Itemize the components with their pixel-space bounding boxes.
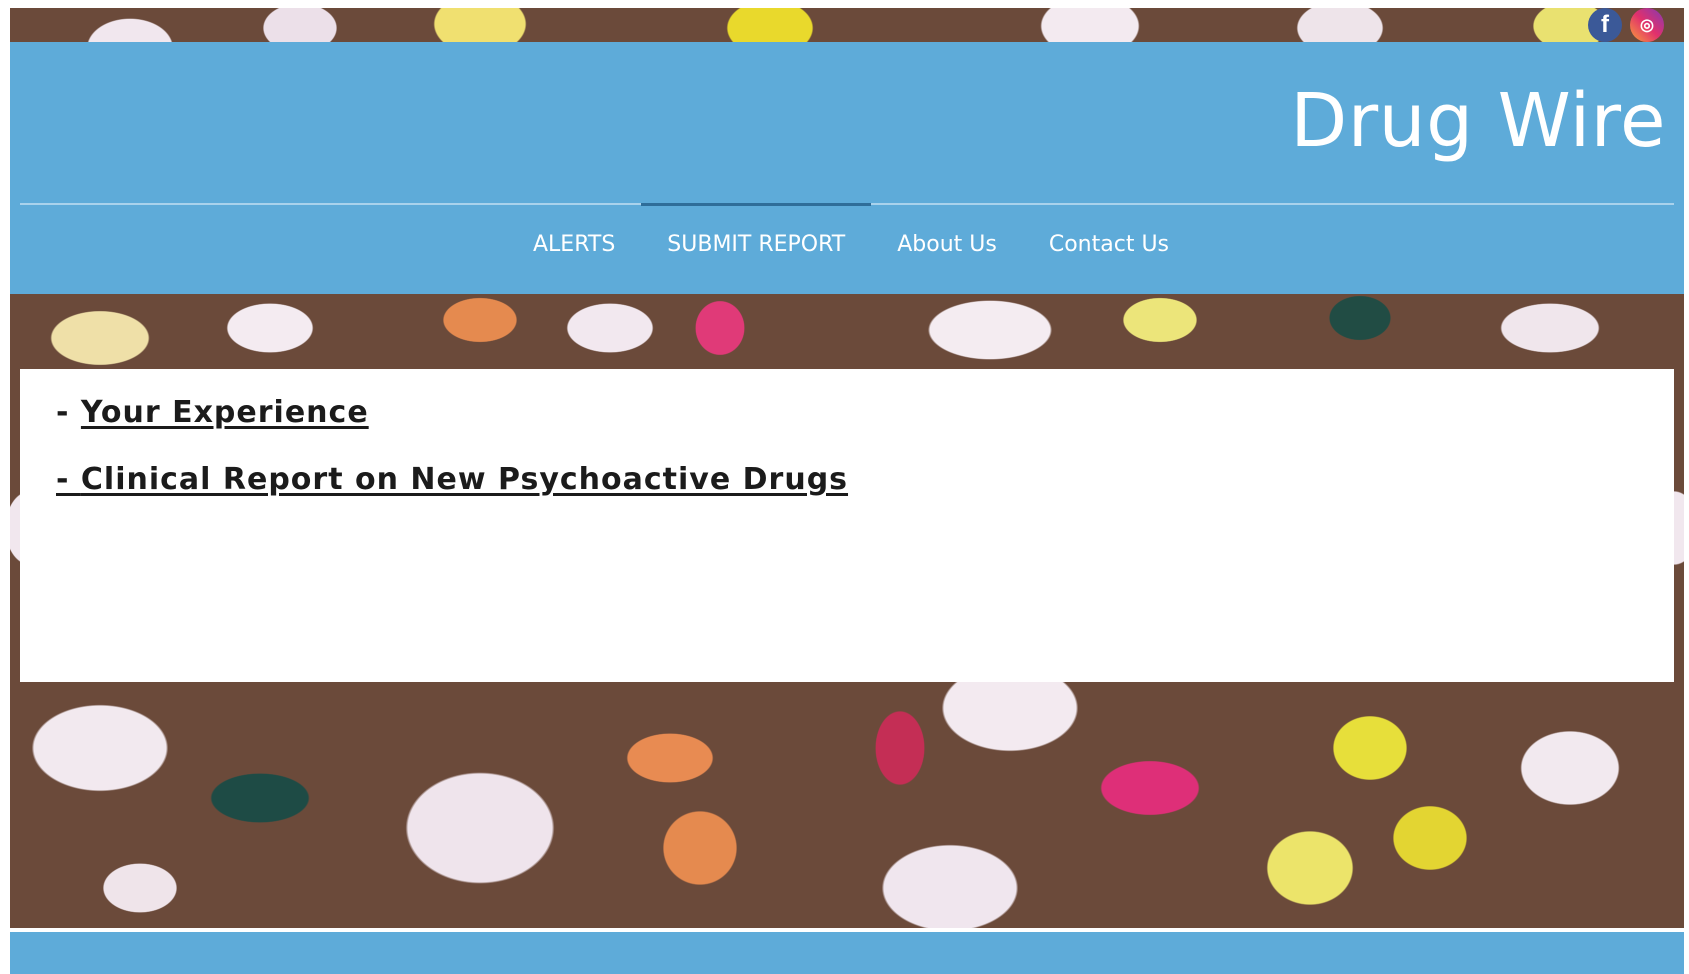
site-footer bbox=[10, 932, 1684, 974]
site-title[interactable]: Drug Wire bbox=[1290, 84, 1666, 158]
nav-item-contact-us[interactable]: Contact Us bbox=[1023, 205, 1195, 283]
nav-item-about-us[interactable]: About Us bbox=[871, 205, 1023, 283]
facebook-icon[interactable]: f bbox=[1588, 8, 1622, 42]
site-header: Drug Wire ALERTS SUBMIT REPORT About Us … bbox=[10, 42, 1684, 294]
link-dash: - bbox=[56, 462, 81, 497]
social-links: f ◎ bbox=[1588, 8, 1664, 42]
link-clinical-report[interactable]: - Clinical Report on New Psychoactive Dr… bbox=[56, 462, 1638, 497]
link-label: Clinical Report on New Psychoactive Drug… bbox=[80, 462, 849, 497]
page: f ◎ Drug Wire ALERTS SUBMIT REPORT About… bbox=[10, 8, 1684, 974]
main-nav: ALERTS SUBMIT REPORT About Us Contact Us bbox=[10, 203, 1684, 294]
content-card: - Your Experience - Clinical Report on N… bbox=[20, 369, 1674, 682]
link-your-experience[interactable]: - Your Experience bbox=[56, 395, 1638, 430]
instagram-icon[interactable]: ◎ bbox=[1630, 8, 1664, 42]
nav-item-submit-report[interactable]: SUBMIT REPORT bbox=[641, 203, 872, 283]
link-dash: - bbox=[56, 395, 81, 430]
link-label: Your Experience bbox=[80, 395, 369, 430]
nav-item-alerts[interactable]: ALERTS bbox=[507, 205, 641, 283]
